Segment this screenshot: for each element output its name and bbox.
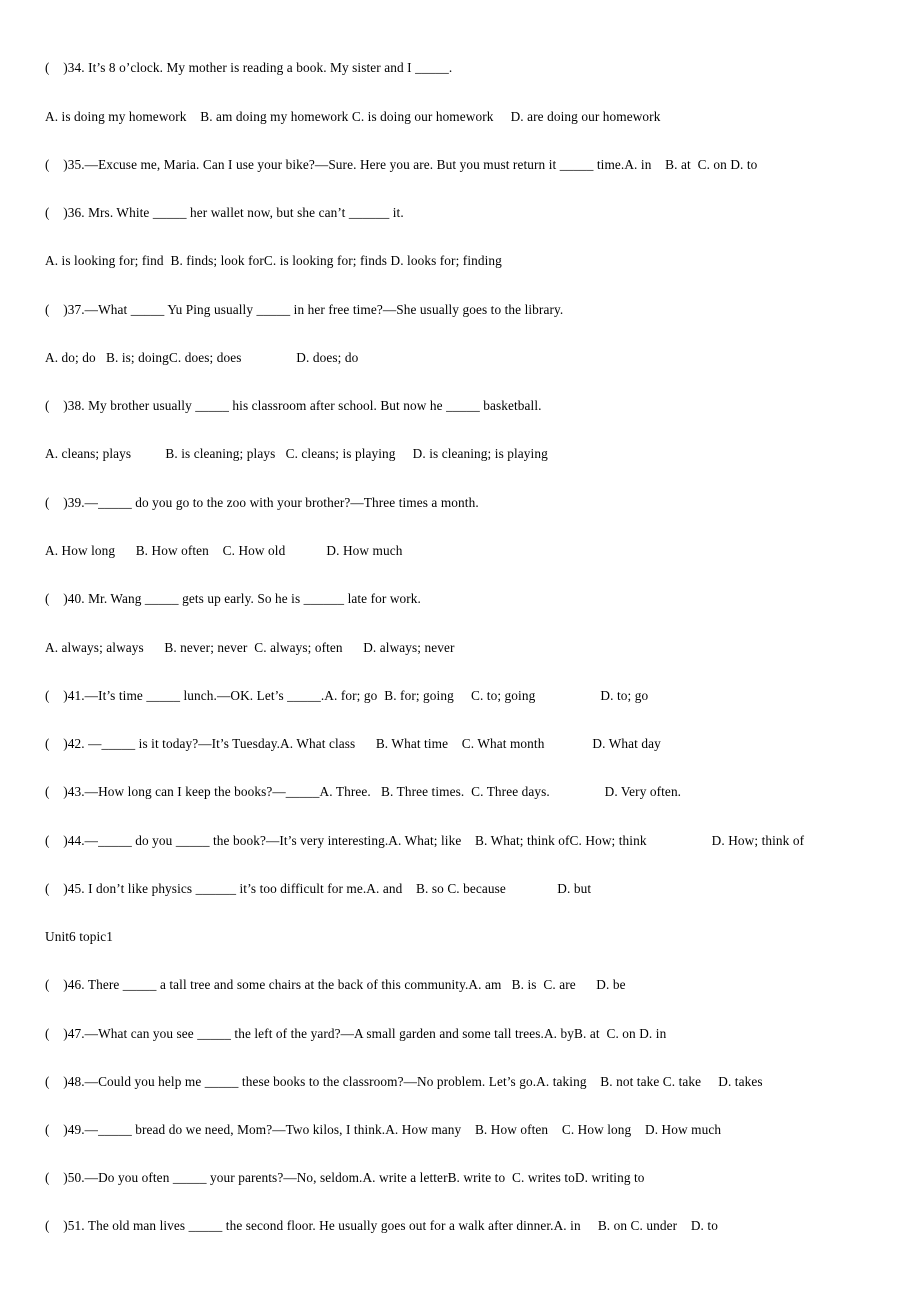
question-line: ( )38. My brother usually _____ his clas… xyxy=(45,398,542,413)
question-line: ( )43.—How long can I keep the books?—__… xyxy=(45,784,682,799)
question-line: ( )45. I don’t like physics ______ it’s … xyxy=(45,881,592,896)
question-line: ( )35.—Excuse me, Maria. Can I use your … xyxy=(45,157,758,172)
question-line: ( )40. Mr. Wang _____ gets up early. So … xyxy=(45,591,421,606)
answer-options-line: A. always; always B. never; never C. alw… xyxy=(45,640,455,655)
question-line: ( )47.—What can you see _____ the left o… xyxy=(45,1026,667,1041)
question-line: ( )49.—_____ bread do we need, Mom?—Two … xyxy=(45,1122,722,1137)
question-line: ( )48.—Could you help me _____ these boo… xyxy=(45,1074,763,1089)
question-line: ( )51. The old man lives _____ the secon… xyxy=(45,1218,718,1233)
answer-options-line: A. is looking for; find B. finds; look f… xyxy=(45,253,502,268)
question-line: ( )50.—Do you often _____ your parents?—… xyxy=(45,1170,645,1185)
answer-options-line: A. do; do B. is; doingC. does; does D. d… xyxy=(45,350,359,365)
answer-options-line: A. is doing my homework B. am doing my h… xyxy=(45,109,661,124)
section-heading: Unit6 topic1 xyxy=(45,929,114,944)
question-line: ( )46. There _____ a tall tree and some … xyxy=(45,977,626,992)
answer-options-line: A. How long B. How often C. How old D. H… xyxy=(45,543,403,558)
document-page: ( )34. It’s 8 o’clock. My mother is read… xyxy=(0,0,920,1302)
question-line: ( )36. Mrs. White _____ her wallet now, … xyxy=(45,205,404,220)
question-line: ( )44.—_____ do you _____ the book?—It’s… xyxy=(45,833,805,848)
question-line: ( )39.—_____ do you go to the zoo with y… xyxy=(45,495,479,510)
question-line: ( )41.—It’s time _____ lunch.—OK. Let’s … xyxy=(45,688,649,703)
question-line: ( )37.—What _____ Yu Ping usually _____ … xyxy=(45,302,564,317)
answer-options-line: A. cleans; plays B. is cleaning; plays C… xyxy=(45,446,548,461)
question-line: ( )34. It’s 8 o’clock. My mother is read… xyxy=(45,60,453,75)
question-line: ( )42. —_____ is it today?—It’s Tuesday.… xyxy=(45,736,661,751)
